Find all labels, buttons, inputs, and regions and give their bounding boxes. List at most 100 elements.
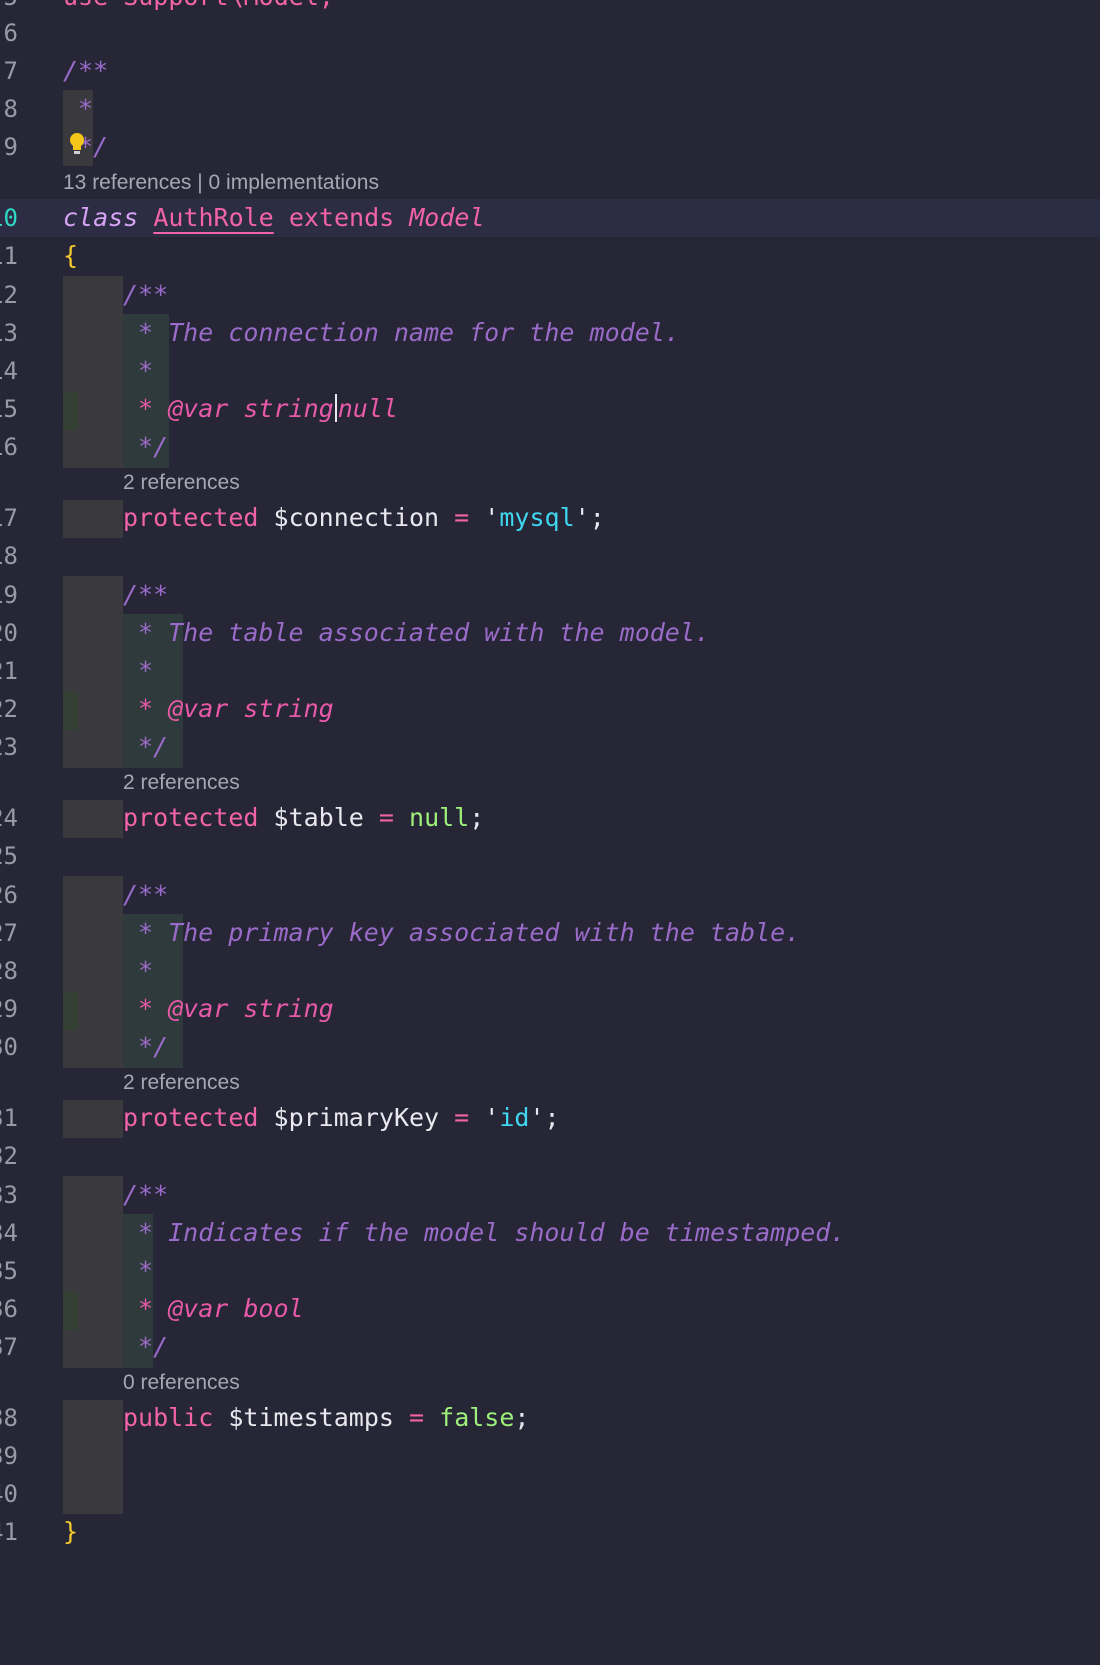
modifier: protected	[123, 503, 259, 532]
property-name[interactable]: $table	[274, 803, 364, 832]
property-name[interactable]: $connection	[274, 503, 440, 532]
line-number: 32	[0, 1142, 18, 1170]
code-line[interactable]: 11 {	[0, 237, 1100, 275]
property-name[interactable]: $primaryKey	[274, 1103, 440, 1132]
keyword-class: class	[63, 203, 139, 232]
line-number: 20	[0, 619, 18, 647]
use-statement: use Support\Model;	[63, 0, 334, 11]
line-number: 36	[0, 1295, 18, 1323]
code-line[interactable]: 30 */	[0, 1028, 1100, 1066]
text-cursor	[334, 394, 337, 422]
line-number: 39	[0, 1442, 18, 1470]
code-line[interactable]: 24 protected $table = null;	[0, 799, 1100, 837]
line-number: 34	[0, 1219, 18, 1247]
code-line[interactable]: 36 * @var bool	[0, 1290, 1100, 1328]
codelens-references[interactable]: 2 references	[123, 1068, 240, 1098]
doc-comment-description: * The connection name for the model.	[138, 318, 680, 347]
code-line[interactable]: 37 */	[0, 1328, 1100, 1366]
code-line[interactable]: 39	[0, 1437, 1100, 1475]
code-line[interactable]: 19 /**	[0, 576, 1100, 614]
code-line[interactable]: 18	[0, 537, 1100, 575]
doc-type: string	[243, 394, 334, 423]
line-number: 13	[0, 319, 18, 347]
doc-comment-open: /**	[123, 580, 169, 609]
doc-var-tag: * @var	[138, 694, 229, 723]
code-line[interactable]: 9 */	[0, 128, 1100, 166]
doc-comment-description: * The table associated with the model.	[138, 618, 710, 647]
lightbulb-icon[interactable]	[68, 132, 86, 156]
code-line[interactable]: 12 /**	[0, 276, 1100, 314]
line-number: 30	[0, 1033, 18, 1061]
code-line[interactable]: 35 *	[0, 1252, 1100, 1290]
code-line[interactable]: 40	[0, 1475, 1100, 1513]
code-line[interactable]: 15 * @var stringnull	[0, 390, 1100, 428]
codelens-class-references[interactable]: 13 references | 0 implementations	[63, 168, 379, 198]
doc-comment-open: /**	[63, 56, 109, 85]
open-brace: {	[63, 241, 79, 270]
code-line[interactable]: 34 * Indicates if the model should be ti…	[0, 1214, 1100, 1252]
code-line[interactable]: 25	[0, 837, 1100, 875]
code-line[interactable]: 6	[0, 14, 1100, 52]
quote: '	[484, 1103, 500, 1132]
code-line[interactable]: 41 }	[0, 1513, 1100, 1551]
line-number: 26	[0, 881, 18, 909]
close-brace: }	[63, 1517, 79, 1546]
doc-var-tag: * @var	[138, 394, 229, 423]
semicolon: ;	[514, 1403, 530, 1432]
code-line[interactable]: 8 *	[0, 90, 1100, 128]
doc-var-tag: * @var	[138, 1294, 229, 1323]
code-line[interactable]: 28 *	[0, 952, 1100, 990]
line-number: 27	[0, 919, 18, 947]
codelens-references[interactable]: 2 references	[123, 768, 240, 798]
code-line[interactable]: 20 * The table associated with the model…	[0, 614, 1100, 652]
code-editor[interactable]: 5 use Support\Model; 6 7 /** 8 * 9 */ 13…	[0, 0, 1100, 1556]
code-line[interactable]: 7 /**	[0, 52, 1100, 90]
line-number: 7	[3, 57, 18, 85]
code-line-current[interactable]: 10 class AuthRole extends Model	[0, 199, 1100, 237]
operator: =	[454, 503, 470, 532]
modifier: protected	[123, 1103, 259, 1132]
line-number: 41	[0, 1518, 18, 1546]
quote: '	[484, 503, 500, 532]
code-line[interactable]: 16 */	[0, 428, 1100, 466]
line-number: 17	[0, 504, 18, 532]
line-number: 29	[0, 995, 18, 1023]
property-name[interactable]: $timestamps	[228, 1403, 394, 1432]
property-value: mysql	[499, 503, 575, 532]
code-line[interactable]: 22 * @var string	[0, 690, 1100, 728]
code-line[interactable]: 33 /**	[0, 1176, 1100, 1214]
code-line[interactable]: 38 public $timestamps = false;	[0, 1399, 1100, 1437]
semicolon: ;	[589, 503, 605, 532]
code-line[interactable]: 23 */	[0, 728, 1100, 766]
codelens-references[interactable]: 2 references	[123, 468, 240, 498]
operator: =	[454, 1103, 470, 1132]
code-line[interactable]: 29 * @var string	[0, 990, 1100, 1028]
doc-type: string	[243, 694, 334, 723]
line-number: 11	[0, 242, 18, 270]
code-line[interactable]: 17 protected $connection = 'mysql';	[0, 499, 1100, 537]
code-line[interactable]: 13 * The connection name for the model.	[0, 314, 1100, 352]
code-line[interactable]: 31 protected $primaryKey = 'id';	[0, 1099, 1100, 1137]
class-name[interactable]: AuthRole	[153, 203, 273, 232]
line-number: 35	[0, 1257, 18, 1285]
code-line[interactable]: 27 * The primary key associated with the…	[0, 914, 1100, 952]
code-line[interactable]: 32	[0, 1137, 1100, 1175]
modifier: public	[123, 1403, 214, 1432]
quote: '	[574, 503, 590, 532]
line-number: 22	[0, 695, 18, 723]
line-number: 10	[0, 204, 18, 232]
operator: =	[409, 1403, 425, 1432]
codelens-references[interactable]: 0 references	[123, 1368, 240, 1398]
doc-type: string	[243, 994, 334, 1023]
doc-comment-star: *	[78, 94, 94, 123]
code-line[interactable]: 14 *	[0, 352, 1100, 390]
code-line[interactable]: 26 /**	[0, 876, 1100, 914]
property-value: false	[439, 1403, 515, 1432]
doc-comment-star: *	[138, 656, 154, 685]
parent-class-name[interactable]: Model	[409, 203, 484, 232]
keyword-extends: extends	[288, 203, 395, 232]
code-line[interactable]: 21 *	[0, 652, 1100, 690]
line-number: 16	[0, 433, 18, 461]
line-number: 6	[3, 19, 18, 47]
quote: '	[529, 1103, 545, 1132]
